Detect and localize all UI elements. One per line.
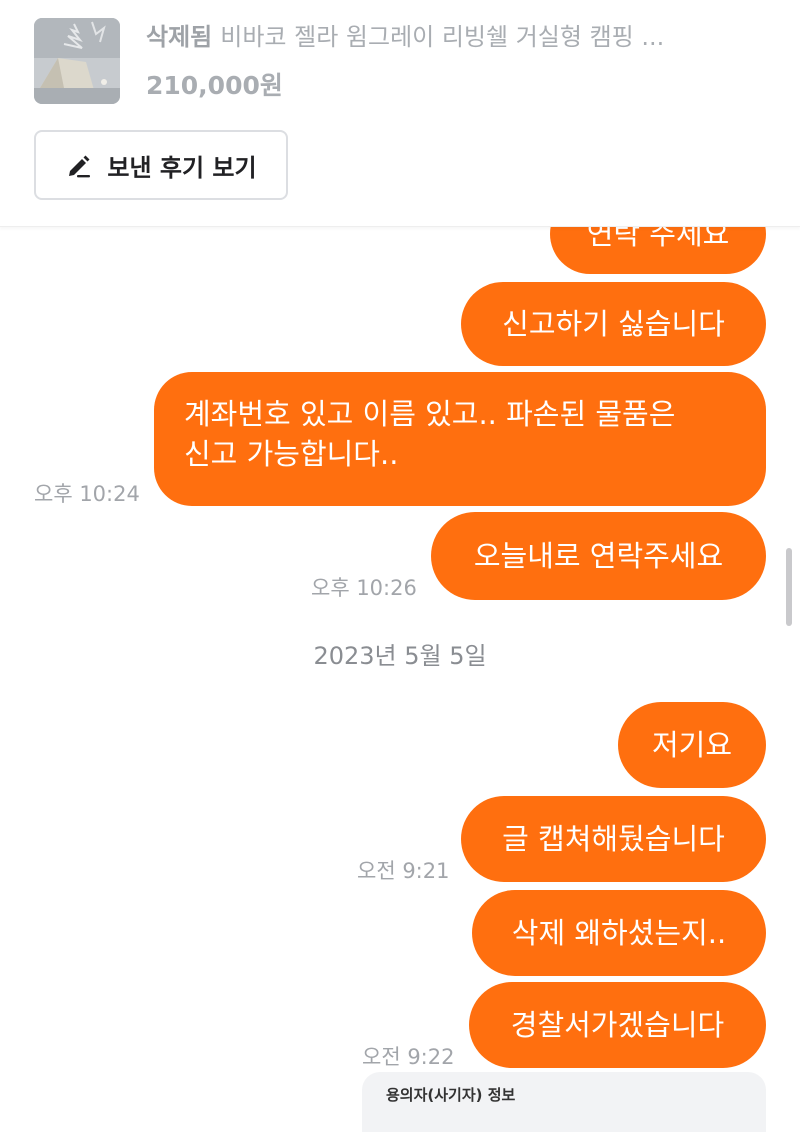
message-timestamp: 오전 9:22 [362, 1045, 455, 1069]
product-price: 210,000원 [146, 71, 283, 100]
message-text: 경찰서가겠습니다 [510, 1008, 725, 1042]
message-text: 오늘내로 연락주세요 [473, 539, 724, 573]
message-text: 계좌번호 있고 이름 있고.. 파손된 물품은 신고 가능합니다.. [184, 397, 676, 471]
review-button-label: 보낸 후기 보기 [107, 153, 257, 182]
view-sent-review-button[interactable]: 보낸 후기 보기 [34, 130, 288, 200]
message-text: 글 캡쳐해뒀습니다 [502, 822, 725, 856]
message-bubble[interactable]: 저기요 [618, 702, 766, 788]
message-bubble[interactable]: 계좌번호 있고 이름 있고.. 파손된 물품은 신고 가능합니다.. [154, 372, 766, 506]
product-title-line[interactable]: 삭제됨 비바코 젤라 윔그레이 리빙쉘 거실형 캠핑 ... [146, 20, 776, 54]
date-separator: 2023년 5월 5일 [313, 642, 487, 670]
message-bubble[interactable]: 글 캡쳐해뒀습니다 [461, 796, 766, 882]
message-text: 저기요 [651, 728, 733, 762]
message-bubble[interactable]: 경찰서가겠습니다 [469, 982, 766, 1068]
product-header: 삭제됨 비바코 젤라 윔그레이 리빙쉘 거실형 캠핑 ... 210,000원 보… [0, 0, 800, 227]
message-text: 삭제 왜하셨는지.. [511, 916, 727, 950]
message-bubble[interactable]: 신고하기 싫습니다 [461, 282, 766, 366]
tent-photo-thumbnail-icon[interactable] [34, 18, 120, 104]
tent-photo-icon [34, 18, 120, 104]
message-bubble[interactable]: 삭제 왜하셨는지.. [472, 890, 766, 976]
message-timestamp: 오전 9:21 [357, 859, 450, 883]
message-timestamp: 오후 10:24 [34, 482, 140, 506]
product-title: 비바코 젤라 윔그레이 리빙쉘 거실형 캠핑 ... [220, 23, 665, 51]
message-timestamp: 오후 10:26 [311, 576, 417, 600]
pencil-icon [69, 155, 91, 178]
attachment-label: 용의자(사기자) 정보 [386, 1086, 516, 1104]
message-bubble[interactable]: 오늘내로 연락주세요 [431, 512, 766, 600]
scrollbar[interactable] [786, 548, 792, 626]
message-text: 신고하기 싫습니다 [502, 307, 725, 341]
deleted-status-label: 삭제됨 [146, 23, 213, 51]
attachment-preview[interactable]: 용의자(사기자) 정보 [362, 1072, 766, 1132]
